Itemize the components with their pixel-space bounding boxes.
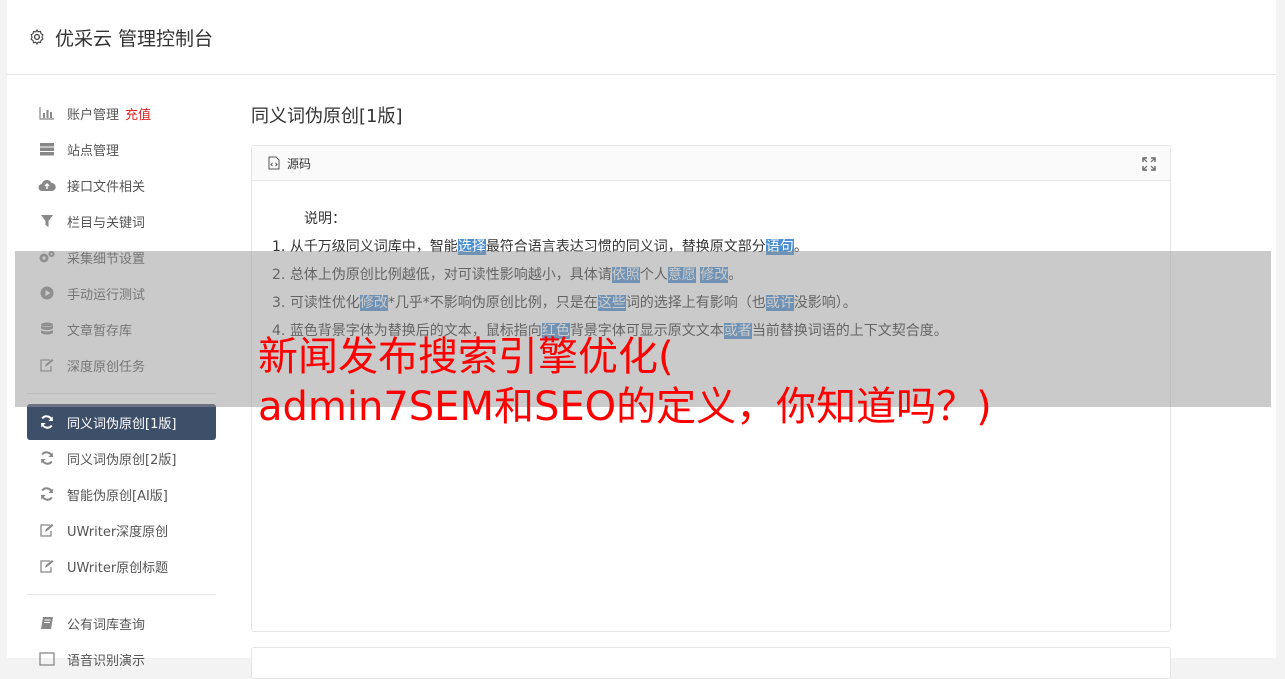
book-icon (38, 615, 56, 631)
overlay-line-1: 新闻发布搜索引擎优化( (258, 334, 674, 380)
sidebar-item-group3-0[interactable]: 公有词库查询 (27, 605, 216, 641)
next-panel (251, 647, 1171, 679)
sidebar-item-group1-1[interactable]: 站点管理 (27, 131, 216, 167)
bar-chart-icon (38, 105, 56, 121)
sidebar-item-label: 同义词伪原创[1版] (67, 416, 177, 432)
server-icon (38, 141, 56, 157)
filter-icon (38, 213, 56, 229)
sidebar-item-group1-0[interactable]: 账户管理 充值 (27, 95, 216, 131)
main-panel: 同义词伪原创[1版] 源码 说明： 1. 从千万级同义词库中，智能选择最符合语言… (251, 103, 1171, 632)
edit-icon (38, 558, 56, 574)
sidebar-item-group2-0[interactable]: 同义词伪原创[1版] (27, 404, 216, 440)
sidebar-divider (27, 594, 216, 595)
sidebar-item-group2-3[interactable]: UWriter深度原创 (27, 512, 216, 548)
overlay-line-2: admin7SEM和SEO的定义，你知道吗？) (258, 384, 992, 430)
sidebar-item-group2-2[interactable]: 智能伪原创[AI版] (27, 476, 216, 512)
expand-icon[interactable] (1142, 156, 1156, 171)
page-title: 同义词伪原创[1版] (251, 106, 403, 127)
app-title: 优采云 管理控制台 (55, 27, 214, 50)
code-file-icon (267, 156, 281, 170)
sidebar-item-group3-1[interactable]: 语音识别演示 (27, 641, 216, 677)
gear-icon[interactable] (27, 27, 47, 47)
sidebar-item-group2-4[interactable]: UWriter原创标题 (27, 548, 216, 584)
sidebar-item-label: 智能伪原创[AI版] (67, 488, 168, 504)
sidebar-item-group1-3[interactable]: 栏目与关键词 (27, 203, 216, 239)
sidebar-item-label: 接口文件相关 (67, 179, 146, 195)
sidebar-item-label: 公有词库查询 (67, 617, 146, 633)
sidebar-item-group2-1[interactable]: 同义词伪原创[2版] (27, 440, 216, 476)
sidebar-item-label: 账户管理 (67, 107, 120, 123)
intro-text: 说明： (304, 211, 346, 227)
sidebar-item-group1-2[interactable]: 接口文件相关 (27, 167, 216, 203)
sidebar-item-label: 同义词伪原创[2版] (67, 452, 177, 468)
sidebar-item-label: UWriter原创标题 (67, 560, 169, 576)
image-icon (38, 651, 56, 667)
edit-icon (38, 522, 56, 538)
sidebar-item-label: UWriter深度原创 (67, 524, 169, 540)
refresh-icon (38, 414, 56, 430)
recharge-link[interactable]: 充值 (125, 104, 151, 123)
panel-header: 源码 (252, 146, 1170, 181)
cloud-upload-icon (38, 177, 56, 193)
sidebar-item-label: 语音识别演示 (67, 653, 146, 669)
sidebar-item-label: 站点管理 (67, 143, 120, 159)
refresh-icon (38, 486, 56, 502)
overlay-headline: 新闻发布搜索引擎优化( admin7SEM和SEO的定义，你知道吗？) (258, 332, 1158, 432)
panel-label: 源码 (287, 156, 312, 171)
top-header: 优采云 管理控制台 (7, 0, 1276, 75)
refresh-icon (38, 450, 56, 466)
sidebar-item-label: 栏目与关键词 (67, 215, 146, 231)
